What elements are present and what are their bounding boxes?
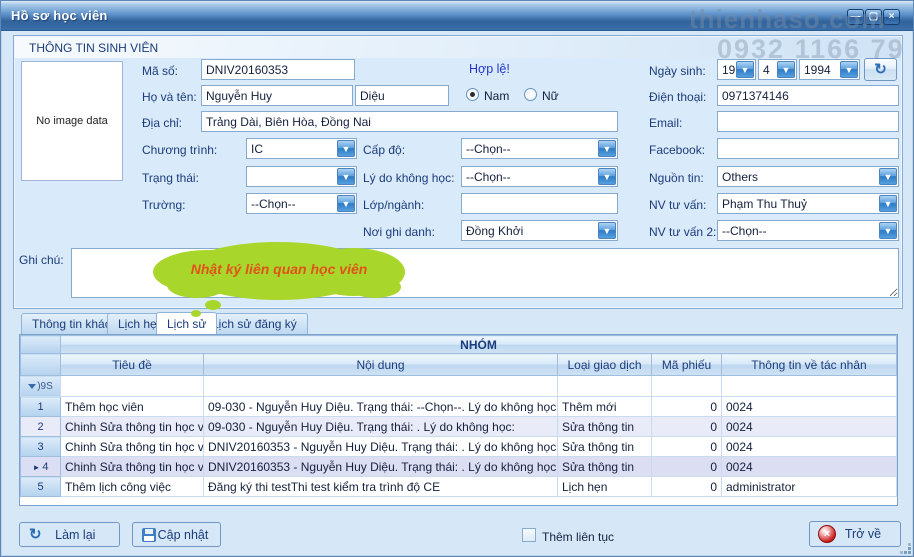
save-button[interactable]: Cập nhật [132,522,221,547]
reset-button[interactable]: ↻ Làm lại [19,522,120,547]
label-email: Email: [649,116,682,130]
source-combo[interactable]: Others ▼ [717,166,899,187]
chevron-down-icon[interactable]: ▼ [840,61,858,78]
label-dia-chi: Địa chỉ: [142,116,182,130]
birth-month-combo[interactable]: 4 ▼ [758,59,797,80]
facebook-input[interactable] [717,138,899,159]
tab-lich-su[interactable]: Lịch sử [156,312,217,334]
chevron-down-icon[interactable]: ▼ [879,222,897,239]
title-bar[interactable]: Hồ sơ học viên — ▢ × [1,1,913,31]
label-ma-so: Mã số: [142,64,178,78]
phone-input[interactable] [717,85,899,106]
radio-nam[interactable] [466,88,479,101]
table-row[interactable]: 1 Thêm học viên 09-030 - Nguyễn Huy Diệu… [21,397,897,417]
back-close-icon: × [818,525,836,543]
table-row[interactable]: 2 Chinh Sửa thông tin học viên 09-030 - … [21,417,897,437]
label-nam: Nam [484,89,509,103]
current-row-icon: ► [32,463,40,472]
back-button[interactable]: × Trở về [809,521,901,547]
label-ho-ten: Họ và tên: [142,90,197,104]
history-grid: NHÓM Tiêu đề Nội dung Loại giao dịch Mã … [19,334,898,506]
label-nu: Nữ [542,89,559,103]
dropout-reason-combo[interactable]: --Chọn-- ▼ [461,166,618,187]
col-ma-phieu[interactable]: Mã phiếu [652,354,722,376]
continuous-add-label: Thêm liên tục [542,530,614,544]
last-name-input[interactable] [355,85,449,106]
group-header-row: NHÓM [21,336,897,354]
label-ngay-sinh: Ngày sinh: [649,64,706,78]
groupbox-title: THÔNG TIN SINH VIÊN [15,37,901,58]
program-combo[interactable]: IC ▼ [246,138,357,159]
col-tac-nhan[interactable]: Thông tin về tác nhân [722,354,897,376]
label-cap-do: Cấp độ: [363,143,405,157]
ma-so-input[interactable] [201,59,355,80]
chevron-down-icon[interactable]: ▼ [337,140,355,157]
col-loai-giao-dich[interactable]: Loại giao dịch [558,354,652,376]
maximize-icon[interactable]: ▢ [865,9,882,25]
address-input[interactable] [201,111,618,132]
chevron-down-icon[interactable]: ▼ [337,195,355,212]
status-combo[interactable]: ▼ [246,166,357,187]
birth-year-combo[interactable]: 1994 ▼ [799,59,860,80]
label-ly-do: Lý do không học: [363,171,454,185]
chevron-down-icon[interactable]: ▼ [598,168,616,185]
class-major-input[interactable] [461,193,618,214]
school-combo[interactable]: --Chọn-- ▼ [246,193,357,214]
email-input[interactable] [717,111,899,132]
label-nv-tu-van: NV tư vấn: [649,198,706,212]
label-nguon-tin: Nguồn tin: [649,171,704,185]
filter-icon [28,384,36,389]
refresh-icon: ↻ [874,62,887,77]
col-tieu-de[interactable]: Tiêu đề [61,354,204,376]
valid-badge: Hợp lệ! [469,62,510,76]
enrollment-place-combo[interactable]: Đồng Khởi ▼ [461,220,618,241]
label-chuong-trinh: Chương trình: [142,143,217,157]
filter-row[interactable]: )9S [21,376,897,397]
first-name-input[interactable] [201,85,353,106]
chevron-down-icon[interactable]: ▼ [879,195,897,212]
resize-grip[interactable] [908,551,911,554]
table-row-selected[interactable]: ►4 Chinh Sửa thông tin học viên DNIV2016… [21,457,897,477]
chevron-down-icon[interactable]: ▼ [337,168,355,185]
student-profile-window: Hồ sơ học viên — ▢ × thienhaso.com 0932 … [0,0,914,557]
birthdate-refresh-button[interactable]: ↻ [864,58,897,81]
label-truong: Trường: [142,198,185,212]
window-title: Hồ sơ học viên [11,8,108,23]
close-icon[interactable]: × [883,9,900,25]
birth-day-combo[interactable]: 19 ▼ [717,59,756,80]
annotation-text: Nhật ký liên quan học viên [153,261,405,277]
radio-nu[interactable] [524,88,537,101]
chevron-down-icon[interactable]: ▼ [777,61,795,78]
label-facebook: Facebook: [649,143,705,157]
label-lop-nganh: Lớp/ngành: [363,198,424,212]
column-header-row: Tiêu đề Nội dung Loại giao dịch Mã phiếu… [21,354,897,376]
table-row[interactable]: 5 Thêm lịch công việc Đăng ký thi testTh… [21,477,897,497]
save-icon [142,528,156,542]
table-row[interactable]: 3 Chinh Sửa thông tin học viên DNIV20160… [21,437,897,457]
refresh-icon: ↻ [29,527,42,542]
col-noi-dung[interactable]: Nội dung [204,354,558,376]
minimize-icon[interactable]: — [847,9,864,25]
continuous-add-checkbox[interactable] [522,528,536,542]
label-nv-tu-van-2: NV tư vấn 2: [649,225,716,239]
annotation-bubble: Nhật ký liên quan học viên [153,242,405,300]
chevron-down-icon[interactable]: ▼ [598,222,616,239]
label-dien-thoai: Điện thoại: [649,90,706,104]
advisor-combo[interactable]: Phạm Thu Thuỷ ▼ [717,193,899,214]
group-header: NHÓM [61,336,897,354]
student-photo-placeholder: No image data [21,61,123,181]
chevron-down-icon[interactable]: ▼ [736,61,754,78]
level-combo[interactable]: --Chọn-- ▼ [461,138,618,159]
label-ghi-chu: Ghi chú: [19,253,64,267]
chevron-down-icon[interactable]: ▼ [879,168,897,185]
label-trang-thai: Trạng thái: [142,171,199,185]
advisor2-combo[interactable]: --Chọn-- ▼ [717,220,899,241]
chevron-down-icon[interactable]: ▼ [598,140,616,157]
label-noi-ghi-danh: Nơi ghi danh: [363,225,435,239]
